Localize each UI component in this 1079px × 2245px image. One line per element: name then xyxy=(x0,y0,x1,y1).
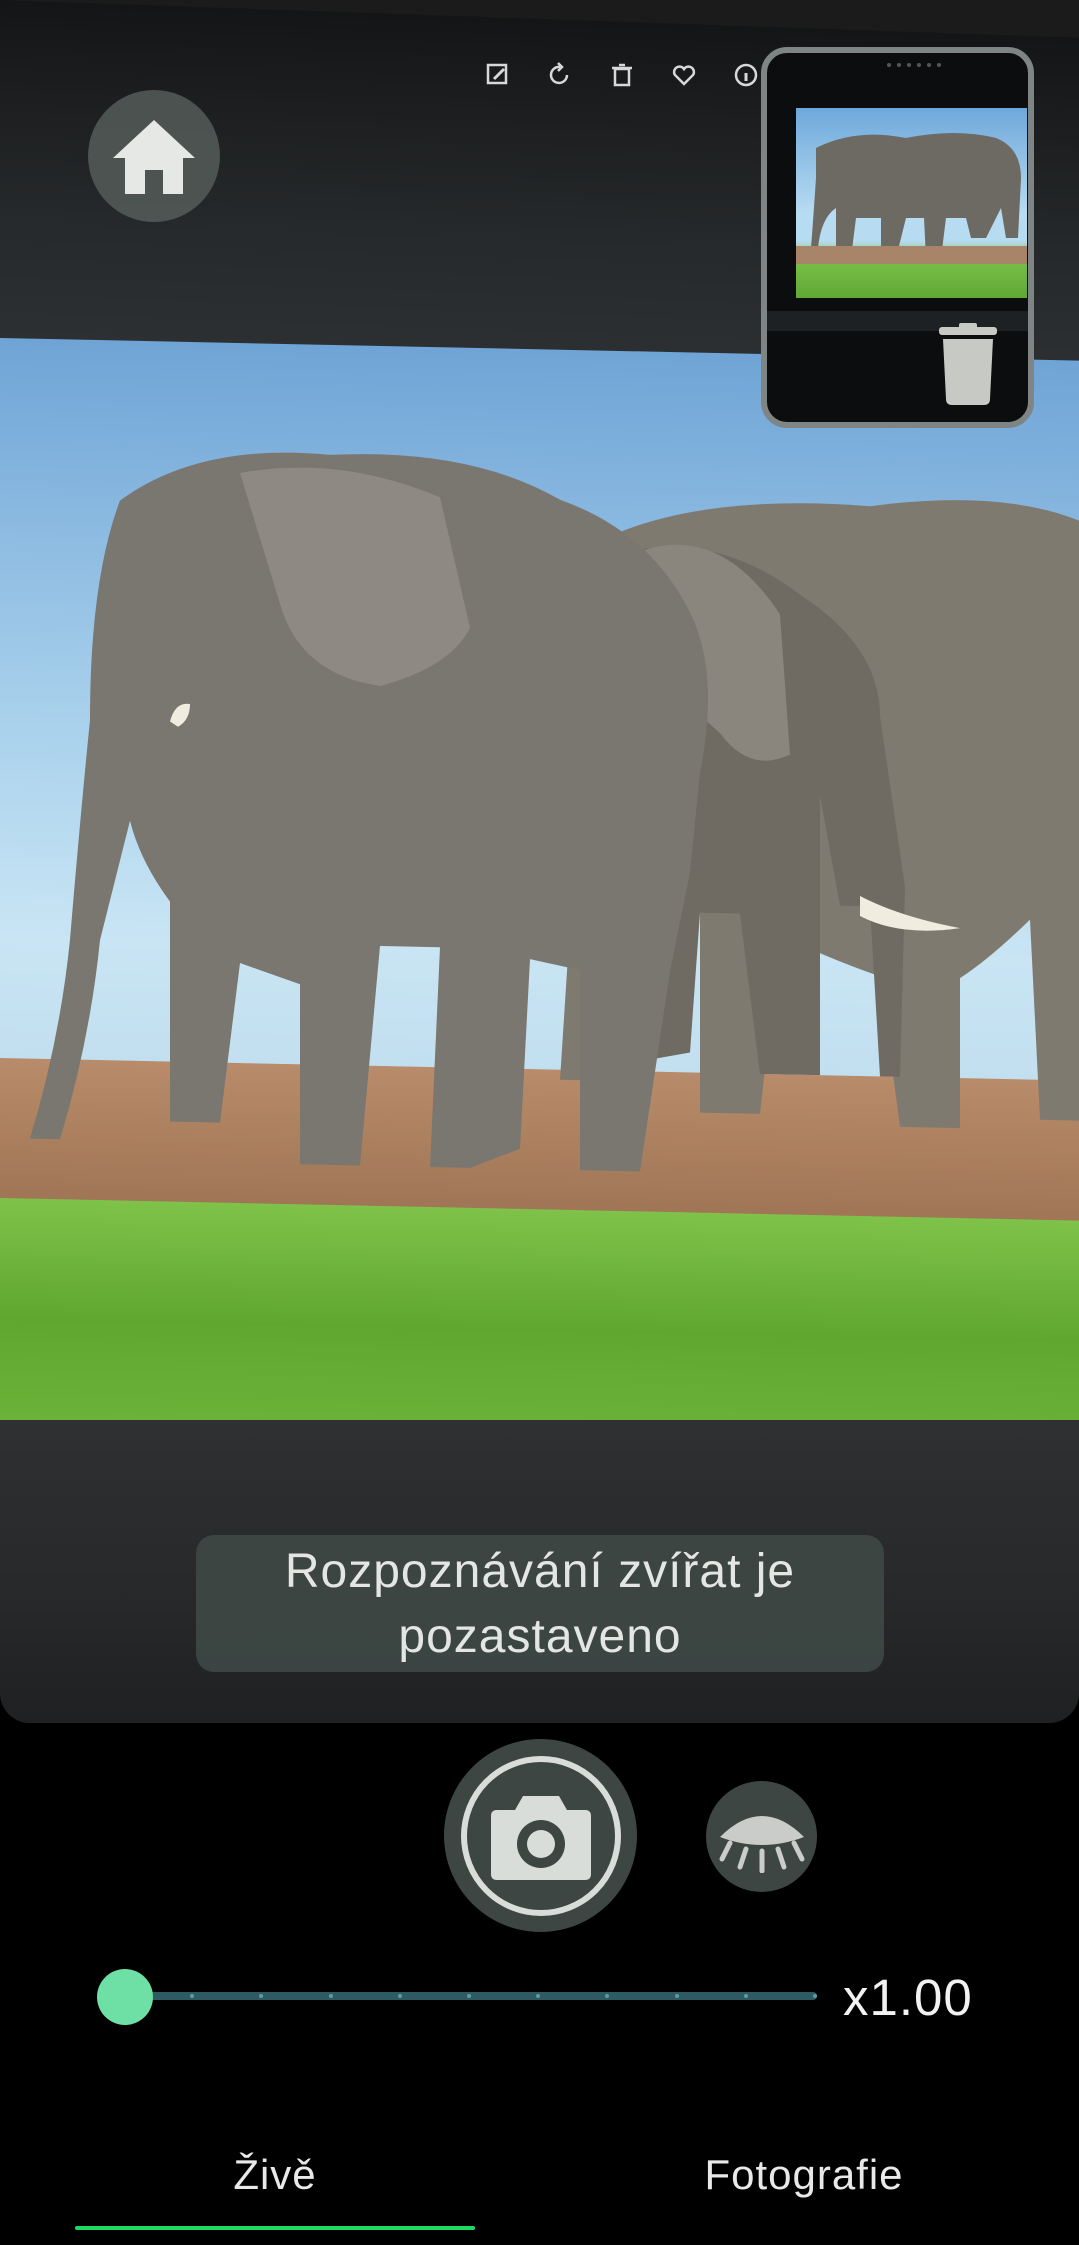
home-button[interactable] xyxy=(88,90,220,222)
capture-thumbnail[interactable] xyxy=(796,108,1027,298)
toast-line-1: Rozpoznávání zvířat je xyxy=(284,1544,796,1598)
zoom-slider-track[interactable] xyxy=(125,1992,817,2000)
capture-button[interactable] xyxy=(444,1739,637,1932)
camera-preview-photo xyxy=(0,338,1079,1451)
active-tab-indicator xyxy=(75,2226,475,2230)
zoom-tick xyxy=(674,1994,679,1998)
zoom-slider-thumb[interactable] xyxy=(97,1969,153,2025)
elephants-image xyxy=(30,452,1079,1172)
bottom-navigation: Živě Fotografie xyxy=(0,2105,1079,2245)
status-toast: Rozpoznávání zvířat je pozastaveno xyxy=(196,1535,884,1672)
info-icon xyxy=(733,62,759,88)
zoom-level: x1.00 xyxy=(843,1969,973,2026)
home-icon xyxy=(113,120,195,194)
edit-icon xyxy=(485,62,511,88)
zoom-tick xyxy=(328,1994,333,1998)
zoom-tick xyxy=(536,1994,541,1998)
zoom-tick xyxy=(467,1994,471,1998)
capture-ring xyxy=(460,1755,621,1916)
camera-icon xyxy=(490,1795,591,1880)
heart-icon xyxy=(671,62,697,88)
preview-dots xyxy=(887,63,941,67)
camera-viewfinder: Rozpoznávání zvířat je pozastaveno xyxy=(0,0,1079,1723)
zoom-tick xyxy=(605,1994,610,1998)
zoom-tick xyxy=(743,1994,748,1998)
zoom-tick xyxy=(259,1994,264,1998)
delete-capture-button[interactable] xyxy=(937,323,999,405)
last-capture-preview[interactable] xyxy=(761,47,1034,428)
tab-photos[interactable]: Fotografie xyxy=(604,2105,1004,2245)
trash-icon xyxy=(939,323,997,405)
delete-icon xyxy=(609,62,635,88)
zoom-tick xyxy=(190,1994,195,1998)
rotate-icon xyxy=(547,62,573,88)
zoom-tick xyxy=(397,1994,402,1998)
thumbnail-elephants-image xyxy=(796,133,1027,264)
photographed-toolbar xyxy=(485,62,759,88)
tab-live[interactable]: Živě xyxy=(75,2105,475,2245)
eye-closed-icon xyxy=(719,1815,804,1873)
animal-detection-toggle[interactable] xyxy=(706,1781,817,1892)
toast-line-2: pozastaveno xyxy=(398,1609,682,1663)
zoom-tick xyxy=(813,1994,817,1998)
